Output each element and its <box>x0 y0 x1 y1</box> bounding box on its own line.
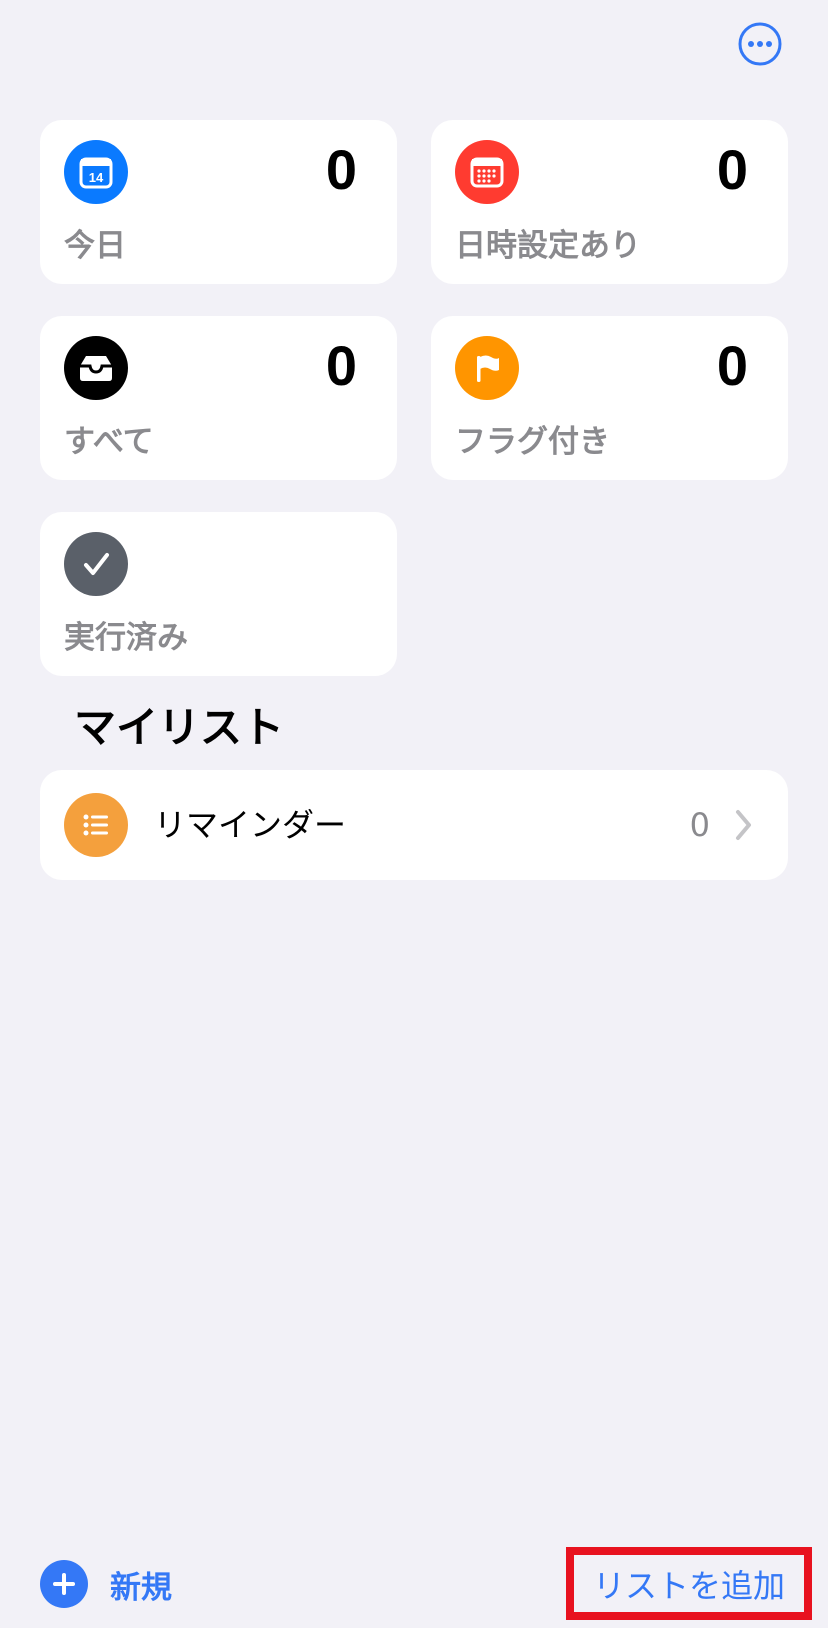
checkmark-icon <box>64 532 128 596</box>
add-list-button[interactable]: リストを追加 <box>566 1547 812 1620</box>
smart-list-all[interactable]: 0 すべて <box>40 316 397 480</box>
new-reminder-button[interactable]: 新規 <box>40 1560 172 1608</box>
list-item-reminders[interactable]: リマインダー 0 <box>40 770 788 880</box>
all-label: すべて <box>64 424 154 460</box>
add-list-label: リストを追加 <box>592 1566 785 1605</box>
scheduled-count: 0 <box>716 138 748 201</box>
chevron-right-icon <box>736 810 751 840</box>
list-item-count: 0 <box>689 806 710 844</box>
calendar-day-number: 14 <box>89 170 104 185</box>
flagged-label: フラグ付き <box>455 424 610 460</box>
completed-label: 実行済み <box>64 620 188 656</box>
flag-icon <box>455 336 519 400</box>
list-bullet-icon <box>64 793 128 857</box>
smart-list-scheduled[interactable]: 0 日時設定あり <box>431 120 788 284</box>
scheduled-label: 日時設定あり <box>455 228 641 264</box>
smart-list-today[interactable]: 14 0 今日 <box>40 120 397 284</box>
ellipsis-circle-icon <box>738 22 782 66</box>
calendar-grid-icon <box>455 140 519 204</box>
more-button[interactable] <box>738 22 782 66</box>
list-item-name: リマインダー <box>154 806 347 844</box>
all-count: 0 <box>325 334 357 397</box>
today-label: 今日 <box>64 228 126 264</box>
calendar-today-icon: 14 <box>64 140 128 204</box>
new-reminder-label: 新規 <box>110 1569 172 1606</box>
tray-icon <box>64 336 128 400</box>
smart-list-flagged[interactable]: 0 フラグ付き <box>431 316 788 480</box>
today-count: 0 <box>325 138 357 201</box>
flagged-count: 0 <box>716 334 748 397</box>
smart-list-completed[interactable]: 実行済み <box>40 512 397 676</box>
my-lists-title: マイリスト <box>74 703 285 752</box>
plus-circle-icon <box>40 1560 88 1608</box>
